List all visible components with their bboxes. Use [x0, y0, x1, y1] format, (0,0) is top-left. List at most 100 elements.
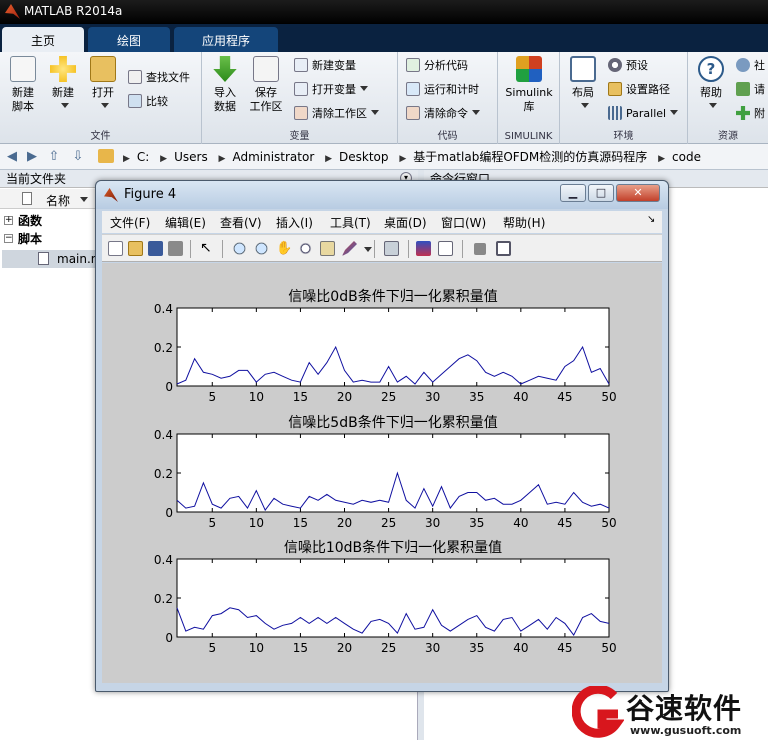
- ribbon-section-file: 新建 脚本 新建 打开 查找文件 比较 文件: [0, 52, 202, 144]
- pan-hand-icon[interactable]: ✋: [276, 241, 292, 256]
- back-arrow-icon[interactable]: ◀: [4, 149, 20, 165]
- breadcrumb-item[interactable]: code: [672, 150, 701, 164]
- tab-plots[interactable]: 绘图: [88, 27, 170, 52]
- breadcrumb-item[interactable]: Administrator: [232, 150, 314, 164]
- y-tick-label: 0.2: [154, 341, 173, 355]
- save-icon[interactable]: [148, 241, 163, 256]
- analyze-code-icon: [406, 58, 420, 72]
- close-icon[interactable]: ✕: [616, 184, 660, 202]
- x-tick-label: 45: [557, 516, 572, 530]
- section-caption-environment: 环境: [613, 131, 634, 142]
- compare-button[interactable]: 比较: [128, 92, 168, 112]
- x-tick-label: 30: [425, 641, 440, 655]
- file-type-icon: [22, 192, 32, 205]
- colorbar-icon[interactable]: [416, 241, 431, 256]
- breadcrumb-item[interactable]: 基于matlab编程OFDM检测的仿真源码程序: [413, 150, 647, 164]
- layout-button[interactable]: 布局: [566, 56, 600, 114]
- pointer-icon[interactable]: ↖: [200, 241, 215, 256]
- import-data-button[interactable]: 导入 数据: [208, 56, 242, 114]
- chevron-down-icon: [80, 197, 88, 202]
- app-title: MATLAB R2014a: [24, 4, 123, 18]
- help-button[interactable]: ? 帮助: [694, 56, 728, 114]
- y-tick-label: 0: [165, 631, 173, 645]
- plus-icon: [50, 56, 76, 82]
- toolbar-divider: [222, 240, 223, 258]
- layout-label: 布局: [572, 86, 594, 99]
- new-button[interactable]: 新建: [46, 56, 80, 114]
- x-tick-label: 15: [293, 390, 308, 404]
- expand-icon[interactable]: +: [4, 216, 13, 225]
- chevron-right-icon: ▶: [218, 154, 226, 164]
- section-caption-variable: 变量: [289, 131, 310, 142]
- browse-folder-icon[interactable]: ⇩: [70, 149, 86, 165]
- x-tick-label: 35: [469, 516, 484, 530]
- new-figure-icon[interactable]: [108, 241, 123, 256]
- zoom-in-icon[interactable]: [232, 241, 247, 256]
- hide-plot-tools-icon[interactable]: [474, 243, 486, 255]
- open-button[interactable]: 打开: [86, 56, 120, 114]
- save-workspace-label: 保存 工作区: [249, 86, 283, 113]
- menu-tools[interactable]: 工具(T): [330, 214, 371, 231]
- save-workspace-button[interactable]: 保存 工作区: [246, 56, 286, 114]
- menu-insert[interactable]: 插入(I): [276, 214, 313, 231]
- ribbon-section-code: 分析代码 运行和计时 清除命令 代码: [398, 52, 498, 144]
- zoom-out-icon[interactable]: [254, 241, 269, 256]
- menu-dock-icon[interactable]: ↘: [647, 214, 655, 225]
- x-tick-label: 10: [249, 390, 264, 404]
- simulink-library-button[interactable]: Simulink 库: [504, 56, 554, 114]
- gear-icon: [608, 58, 622, 72]
- clear-commands-label: 清除命令: [424, 107, 468, 120]
- tab-apps[interactable]: 应用程序: [174, 27, 278, 52]
- y-tick-label: 0: [165, 506, 173, 520]
- run-and-time-button[interactable]: 运行和计时: [406, 80, 479, 100]
- preferences-label: 预设: [626, 59, 648, 72]
- legend-icon[interactable]: [438, 241, 453, 256]
- minimize-icon[interactable]: ▁: [560, 184, 586, 202]
- y-tick-label: 0: [165, 380, 173, 394]
- show-plot-tools-icon[interactable]: [496, 241, 511, 256]
- find-files-button[interactable]: 查找文件: [128, 68, 190, 88]
- open-variable-button[interactable]: 打开变量: [294, 80, 368, 100]
- maximize-icon[interactable]: □: [588, 184, 614, 202]
- menu-view[interactable]: 查看(V): [220, 214, 262, 231]
- tab-strip: 主页 绘图 应用程序: [0, 24, 768, 52]
- parallel-button[interactable]: Parallel: [608, 104, 679, 124]
- request-support-button[interactable]: 请: [736, 80, 765, 100]
- menu-file[interactable]: 文件(F): [110, 214, 150, 231]
- tab-home[interactable]: 主页: [2, 27, 84, 52]
- breadcrumb-item[interactable]: Desktop: [339, 150, 389, 164]
- new-script-button[interactable]: 新建 脚本: [6, 56, 40, 114]
- chevron-down-icon[interactable]: [364, 247, 372, 252]
- request-support-label: 请: [754, 83, 765, 96]
- breadcrumb-item[interactable]: Users: [174, 150, 208, 164]
- collapse-icon[interactable]: −: [4, 234, 13, 243]
- column-name[interactable]: 名称: [46, 192, 70, 209]
- link-plot-icon[interactable]: [384, 241, 399, 256]
- preferences-button[interactable]: 预设: [608, 56, 648, 76]
- figure-title-bar[interactable]: Figure 4 ▁ □ ✕: [96, 181, 668, 209]
- y-tick-label: 0.2: [154, 467, 173, 481]
- community-button[interactable]: 社: [736, 56, 765, 76]
- print-icon[interactable]: [168, 241, 183, 256]
- menu-edit[interactable]: 编辑(E): [165, 214, 206, 231]
- menu-desktop[interactable]: 桌面(D): [384, 214, 427, 231]
- menu-help[interactable]: 帮助(H): [503, 214, 545, 231]
- data-cursor-icon[interactable]: [320, 241, 335, 256]
- clear-commands-button[interactable]: 清除命令: [406, 104, 480, 124]
- run-and-time-icon: [406, 82, 420, 96]
- up-folder-icon[interactable]: ⇧: [46, 149, 62, 165]
- rotate-3d-icon[interactable]: [298, 241, 313, 256]
- analyze-code-button[interactable]: 分析代码: [406, 56, 468, 76]
- breadcrumb-item[interactable]: C:: [137, 150, 149, 164]
- addons-button[interactable]: 附: [736, 104, 765, 124]
- toolbar-divider: [408, 240, 409, 258]
- menu-window[interactable]: 窗口(W): [441, 214, 486, 231]
- open-file-icon[interactable]: [128, 241, 143, 256]
- forward-arrow-icon[interactable]: ▶: [24, 149, 40, 165]
- compare-label: 比较: [146, 95, 168, 108]
- clear-workspace-button[interactable]: 清除工作区: [294, 104, 379, 124]
- chevron-down-icon: [581, 103, 589, 108]
- set-path-button[interactable]: 设置路径: [608, 80, 670, 100]
- brush-icon[interactable]: [342, 241, 357, 256]
- new-variable-button[interactable]: 新建变量: [294, 56, 356, 76]
